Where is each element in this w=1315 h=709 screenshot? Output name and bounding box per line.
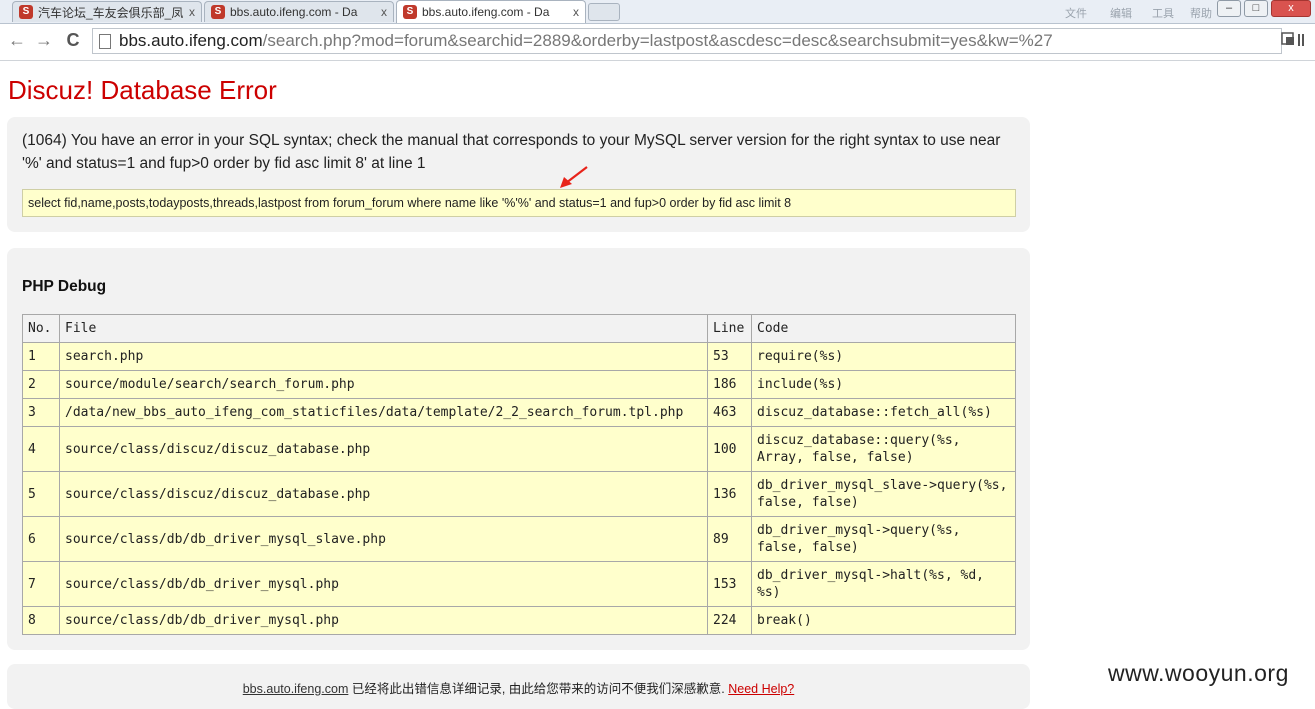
row-code: db_driver_mysql->halt(%s, %d, %s) bbox=[751, 561, 1016, 607]
table-row: 6 source/class/db/db_driver_mysql_slave.… bbox=[22, 516, 1016, 562]
tab-close-icon[interactable]: x bbox=[189, 5, 195, 19]
row-no: 6 bbox=[22, 516, 60, 562]
table-row: 1 search.php 53 require(%s) bbox=[22, 342, 1016, 371]
row-file: source/class/discuz/discuz_database.php bbox=[59, 471, 708, 517]
new-tab-button[interactable] bbox=[588, 3, 620, 21]
row-line: 153 bbox=[707, 561, 752, 607]
menu-edit[interactable]: 编辑 bbox=[1110, 5, 1132, 21]
row-code: db_driver_mysql->query(%s, false, false) bbox=[751, 516, 1016, 562]
window-controls: – □ x bbox=[1214, 0, 1311, 17]
row-line: 53 bbox=[707, 342, 752, 371]
watermark: www.wooyun.org bbox=[1108, 660, 1289, 686]
tab-db-error-active[interactable]: S bbs.auto.ifeng.com - Da x bbox=[396, 0, 586, 23]
table-header-row: No. File Line Code bbox=[22, 314, 1016, 343]
tab-title: bbs.auto.ifeng.com - Da bbox=[230, 5, 358, 19]
column-header-no: No. bbox=[22, 314, 60, 343]
need-help-link[interactable]: Need Help? bbox=[728, 682, 794, 696]
row-code: require(%s) bbox=[751, 342, 1016, 371]
php-debug-panel: PHP Debug No. File Line Code 1 search.ph… bbox=[7, 248, 1030, 650]
row-code: db_driver_mysql_slave->query(%s, false, … bbox=[751, 471, 1016, 517]
row-no: 7 bbox=[22, 561, 60, 607]
url-host: bbs.auto.ifeng.com bbox=[119, 31, 263, 50]
row-line: 186 bbox=[707, 370, 752, 399]
error-panel: (1064) You have an error in your SQL syn… bbox=[7, 117, 1030, 232]
row-line: 224 bbox=[707, 606, 752, 635]
address-bar[interactable]: bbs.auto.ifeng.com/search.php?mod=forum&… bbox=[92, 28, 1282, 54]
site-link[interactable]: bbs.auto.ifeng.com bbox=[243, 682, 349, 696]
forward-button[interactable]: → bbox=[33, 30, 55, 51]
tab-auto-forum[interactable]: S 汽车论坛_车友会俱乐部_凤 x bbox=[12, 1, 202, 22]
row-file: source/class/db/db_driver_mysql.php bbox=[59, 606, 708, 635]
minimize-button[interactable]: – bbox=[1217, 0, 1241, 17]
tab-close-icon[interactable]: x bbox=[573, 5, 579, 19]
footer: bbs.auto.ifeng.com 已经将此出错信息详细记录, 由此给您带来的… bbox=[7, 678, 1030, 697]
tab-title: 汽车论坛_车友会俱乐部_凤 bbox=[38, 5, 184, 20]
row-no: 5 bbox=[22, 471, 60, 517]
menu-file[interactable]: 文件 bbox=[1065, 5, 1087, 21]
footer-panel: bbs.auto.ifeng.com 已经将此出错信息详细记录, 由此给您带来的… bbox=[7, 664, 1030, 709]
row-code: include(%s) bbox=[751, 370, 1016, 399]
column-header-file: File bbox=[59, 314, 708, 343]
site-favicon-icon: S bbox=[403, 5, 417, 19]
maximize-button[interactable]: □ bbox=[1244, 0, 1268, 17]
row-no: 1 bbox=[22, 342, 60, 371]
row-line: 89 bbox=[707, 516, 752, 562]
row-file: source/class/db/db_driver_mysql.php bbox=[59, 561, 708, 607]
page-icon bbox=[99, 33, 111, 49]
site-favicon-icon: S bbox=[19, 5, 33, 19]
row-code: discuz_database::query(%s, Array, false,… bbox=[751, 426, 1016, 472]
row-file: source/class/discuz/discuz_database.php bbox=[59, 426, 708, 472]
row-line: 100 bbox=[707, 426, 752, 472]
row-no: 3 bbox=[22, 398, 60, 427]
menu-tools[interactable]: 工具 bbox=[1152, 5, 1174, 21]
tab-close-icon[interactable]: x bbox=[381, 5, 387, 19]
annotation-arrow-icon bbox=[560, 166, 588, 188]
tab-db-error-1[interactable]: S bbs.auto.ifeng.com - Da x bbox=[204, 1, 394, 22]
translate-icon[interactable] bbox=[1281, 32, 1309, 51]
row-line: 463 bbox=[707, 398, 752, 427]
row-file: /data/new_bbs_auto_ifeng_com_staticfiles… bbox=[59, 398, 708, 427]
table-row: 5 source/class/discuz/discuz_database.ph… bbox=[22, 471, 1016, 517]
row-no: 2 bbox=[22, 370, 60, 399]
table-row: 3 /data/new_bbs_auto_ifeng_com_staticfil… bbox=[22, 398, 1016, 427]
footer-text: 已经将此出错信息详细记录, 由此给您带来的访问不便我们深感歉意. bbox=[348, 682, 729, 696]
table-row: 4 source/class/discuz/discuz_database.ph… bbox=[22, 426, 1016, 472]
tab-title: bbs.auto.ifeng.com - Da bbox=[422, 5, 550, 19]
row-file: source/module/search/search_forum.php bbox=[59, 370, 708, 399]
error-message: (1064) You have an error in your SQL syn… bbox=[22, 132, 1001, 172]
row-code: break() bbox=[751, 606, 1016, 635]
url-path: /search.php?mod=forum&searchid=2889&orde… bbox=[262, 31, 1053, 50]
debug-table: No. File Line Code 1 search.php 53 requi… bbox=[22, 314, 1016, 635]
table-row: 2 source/module/search/search_forum.php … bbox=[22, 370, 1016, 399]
table-row: 8 source/class/db/db_driver_mysql.php 22… bbox=[22, 606, 1016, 635]
column-header-code: Code bbox=[751, 314, 1016, 343]
sql-query: select fid,name,posts,todayposts,threads… bbox=[22, 189, 1016, 217]
tab-strip: S 汽车论坛_车友会俱乐部_凤 x S bbs.auto.ifeng.com -… bbox=[0, 0, 1315, 24]
menu-help[interactable]: 帮助 bbox=[1190, 5, 1212, 21]
site-favicon-icon: S bbox=[211, 5, 225, 19]
back-button[interactable]: ← bbox=[6, 30, 28, 51]
row-code: discuz_database::fetch_all(%s) bbox=[751, 398, 1016, 427]
php-debug-header: PHP Debug bbox=[22, 278, 107, 295]
page-title: Discuz! Database Error bbox=[8, 75, 277, 105]
row-file: search.php bbox=[59, 342, 708, 371]
table-row: 7 source/class/db/db_driver_mysql.php 15… bbox=[22, 561, 1016, 607]
close-window-button[interactable]: x bbox=[1271, 0, 1311, 17]
navigation-bar: ← → C bbs.auto.ifeng.com/search.php?mod=… bbox=[0, 24, 1315, 61]
row-no: 4 bbox=[22, 426, 60, 472]
row-line: 136 bbox=[707, 471, 752, 517]
reload-button[interactable]: C bbox=[62, 30, 84, 51]
row-no: 8 bbox=[22, 606, 60, 635]
column-header-line: Line bbox=[707, 314, 752, 343]
row-file: source/class/db/db_driver_mysql_slave.ph… bbox=[59, 516, 708, 562]
